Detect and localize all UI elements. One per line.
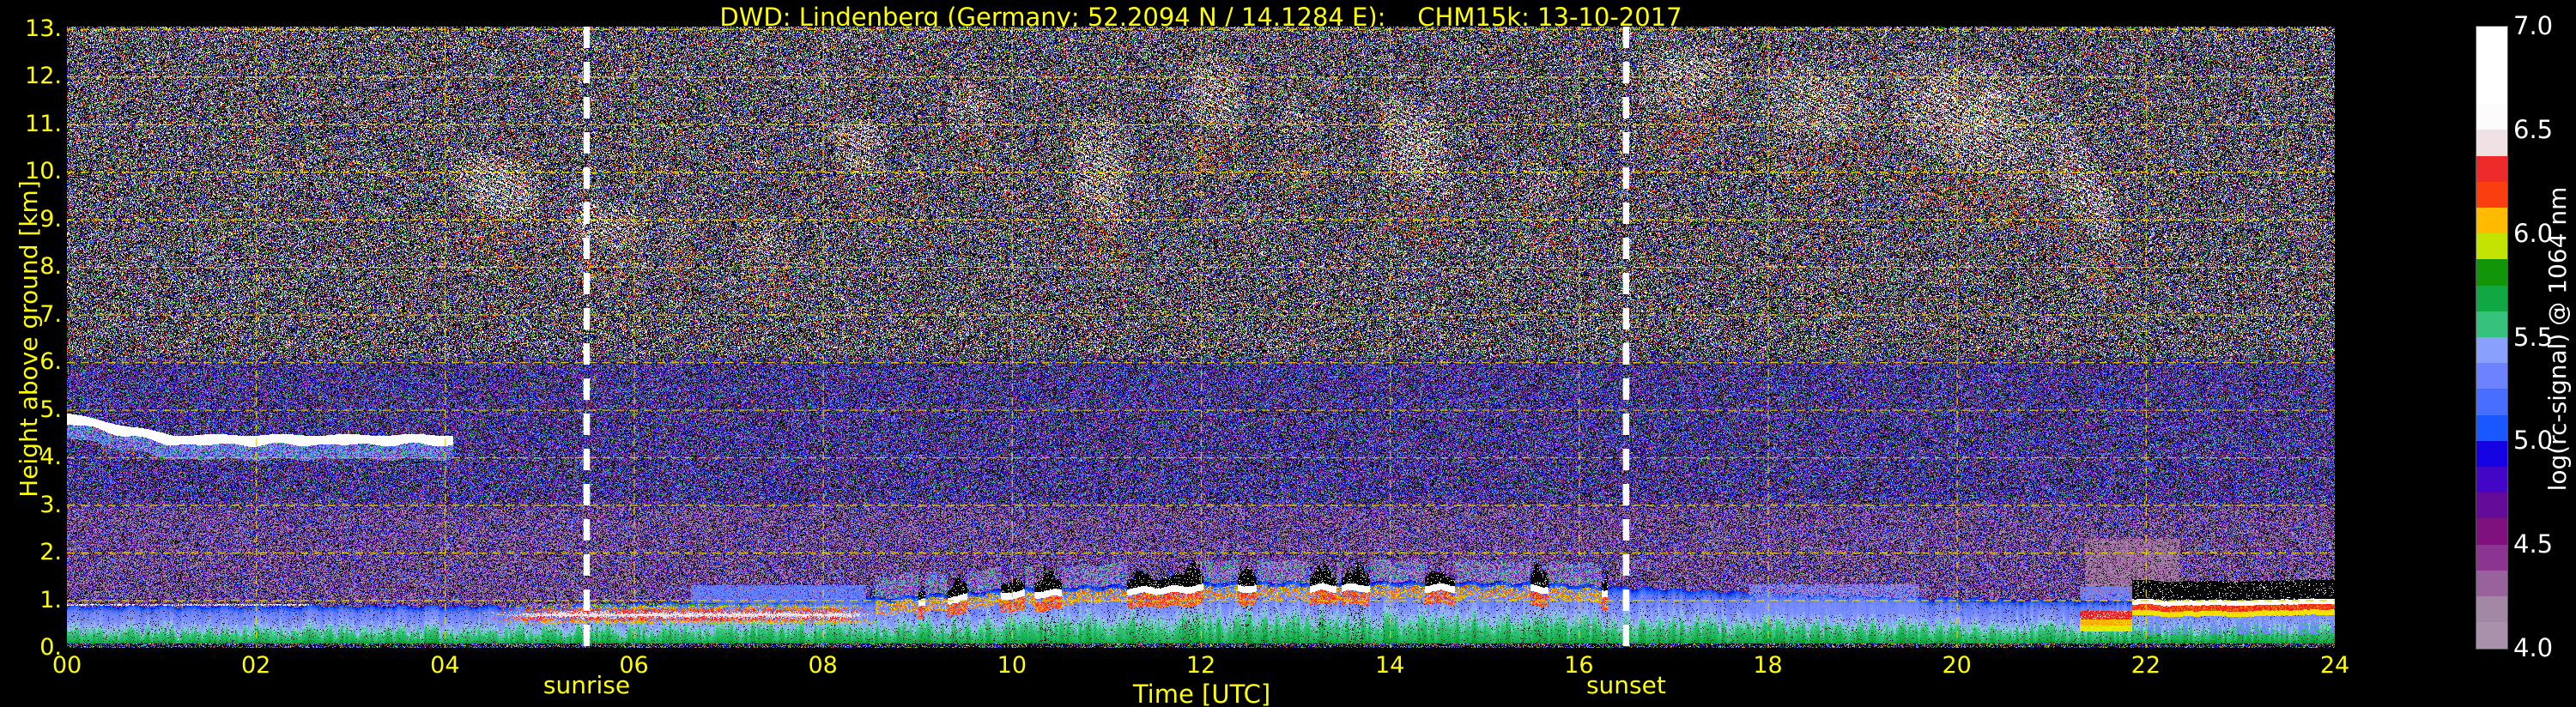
colorbar-tick-label: 4.0 [2513, 633, 2554, 662]
y-tick-label: 9. [39, 205, 62, 233]
x-tick-label: 10 [997, 652, 1027, 679]
y-tick-label: 10. [25, 158, 62, 185]
x-tick-label: 12 [1185, 652, 1216, 679]
x-tick-label: 04 [430, 652, 460, 679]
colorbar-gradient [2476, 26, 2508, 650]
colorbar-title: log(rc-signal) @ 1064 nm [2543, 186, 2572, 492]
x-tick-label: 14 [1374, 652, 1405, 679]
y-tick-label: 3. [39, 491, 62, 518]
y-tick-label: 6. [39, 348, 62, 376]
y-tick-label: 5. [39, 396, 62, 423]
x-tick-label: 24 [2319, 652, 2350, 679]
y-tick-label: 11. [25, 110, 62, 137]
x-tick-label: 18 [1753, 652, 1783, 679]
y-tick-label: 1. [39, 586, 62, 613]
y-tick-label: 7. [39, 300, 62, 328]
x-tick-label: 02 [240, 652, 271, 679]
sunset-label: sunset [1585, 671, 1666, 699]
x-tick-label: 22 [2131, 652, 2161, 679]
x-axis-title: Time [UTC] [1132, 680, 1271, 707]
sunrise-label: sunrise [542, 671, 631, 699]
y-tick-label: 2. [39, 539, 62, 566]
x-tick-label: 20 [1942, 652, 1972, 679]
heatmap-canvas [67, 27, 2335, 648]
ceilometer-quicklook-figure: DWD: Lindenberg (Germany; 52.2094 N / 14… [0, 0, 2576, 707]
x-tick-label: 08 [808, 652, 838, 679]
y-tick-label: 12. [25, 63, 62, 90]
x-tick-label: 00 [52, 652, 82, 679]
y-tick-label: 13. [25, 15, 62, 42]
y-tick-label: 4. [39, 444, 62, 471]
y-tick-label: 8. [39, 253, 62, 281]
colorbar-tick-label: 7.0 [2513, 11, 2554, 40]
